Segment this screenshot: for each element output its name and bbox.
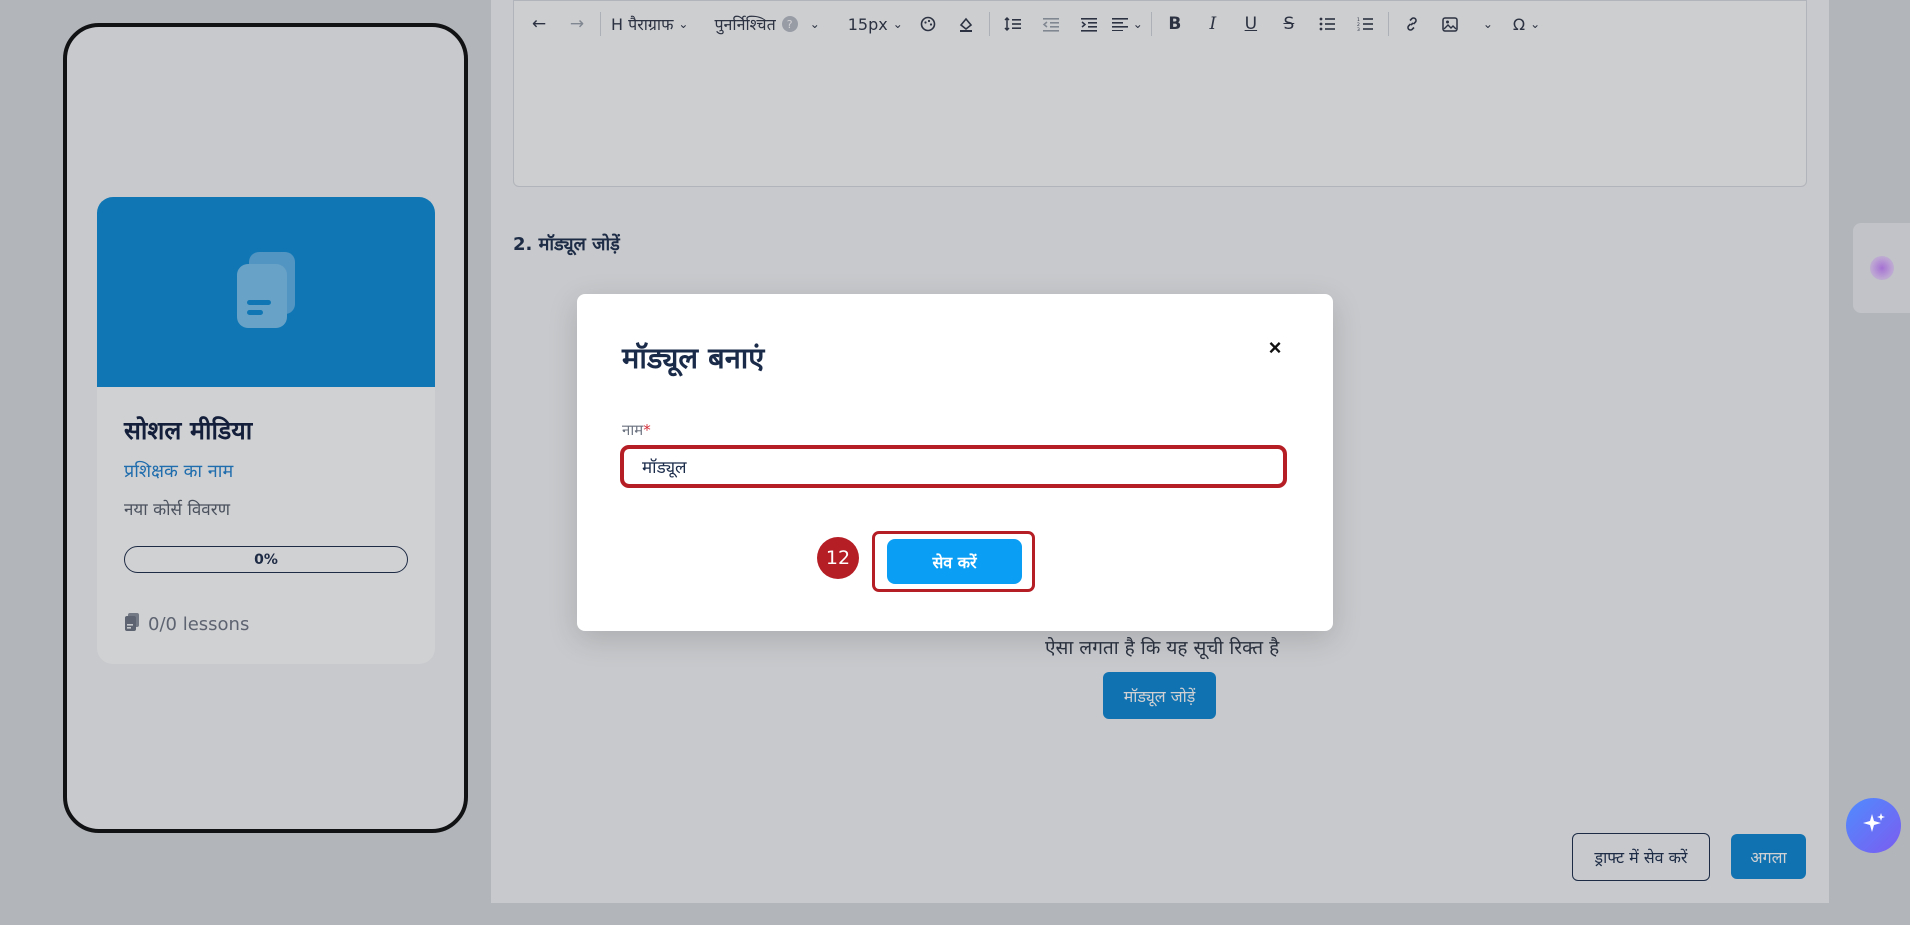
required-asterisk: * <box>643 421 651 439</box>
name-label-text: नाम <box>622 421 644 439</box>
sparkle-icon <box>1861 811 1887 840</box>
save-button[interactable]: सेव करें <box>887 539 1022 584</box>
module-name-input[interactable] <box>620 445 1287 488</box>
dialog-title: मॉड्यूल बनाएं <box>622 341 765 375</box>
create-module-dialog: मॉड्यूल बनाएं × नाम* 12 सेव करें <box>577 294 1333 631</box>
name-field-label: नाम* <box>622 420 651 440</box>
ai-assistant-button[interactable] <box>1846 798 1901 853</box>
close-icon[interactable]: × <box>1259 332 1291 364</box>
step-number-badge: 12 <box>817 537 859 579</box>
